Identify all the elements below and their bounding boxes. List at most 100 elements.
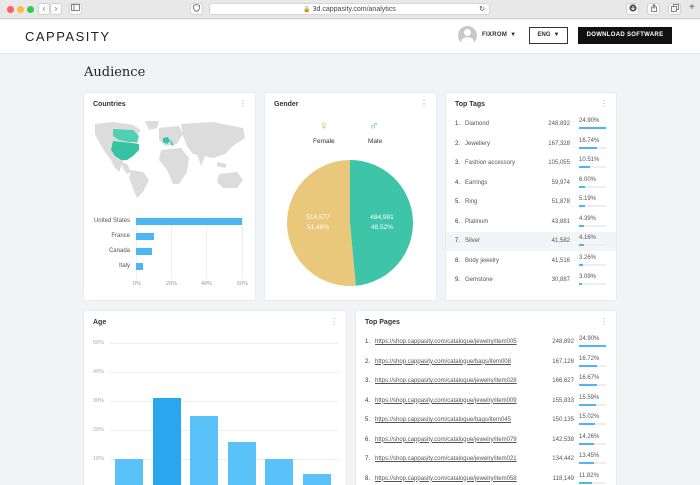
axis-tick: 60% (237, 281, 249, 287)
page-progress (579, 364, 606, 367)
page-value: 150,135 (552, 417, 574, 423)
download-icon[interactable] (626, 3, 639, 15)
download-software-button[interactable]: DOWNLOAD SOFTWARE (578, 27, 672, 44)
page-link[interactable]: https://shop.cappasity.com/catalogue/jew… (375, 437, 517, 443)
tabs-icon[interactable] (668, 3, 681, 15)
axis-tick: 20% (166, 281, 178, 287)
tag-rank: 7. (455, 238, 461, 244)
page-value: 166,627 (552, 378, 574, 384)
close-window-button[interactable] (7, 6, 14, 13)
tag-progress-fill (579, 263, 583, 266)
tag-progress-fill (579, 146, 598, 149)
avatar[interactable] (458, 26, 477, 45)
tag-progress-fill (579, 127, 606, 129)
page-link[interactable]: https://shop.cappasity.com/catalogue/jew… (375, 398, 517, 404)
tag-name: Body jewelry (465, 257, 500, 264)
page-value: 134,442 (552, 456, 574, 462)
forward-button[interactable]: › (50, 3, 62, 15)
tag-value: 167,328 (548, 140, 570, 147)
app-header: CAPPASITY FIXROM ▼ ENG ▼ DOWNLOAD SOFTWARE (0, 20, 700, 54)
country-bar[interactable] (136, 248, 152, 255)
tag-row[interactable]: 7. Silver 41,582 4.16% (446, 232, 616, 251)
page-row: 3. https://shop.cappasity.com/catalogue/j… (356, 372, 616, 392)
page-progress-fill (579, 442, 595, 445)
tag-row[interactable]: 2. Jewellery 167,328 16.74% (446, 135, 616, 154)
page-row: 2. https://shop.cappasity.com/catalogue/b… (356, 353, 616, 373)
tag-row[interactable]: 9. Gemstone 30,887 3.09% (446, 271, 616, 290)
page-link[interactable]: https://shop.cappasity.com/catalogue/bag… (375, 417, 511, 423)
tag-rank: 1. (455, 121, 461, 127)
page-link[interactable]: https://shop.cappasity.com/catalogue/jew… (375, 456, 517, 462)
female-label: Female (313, 138, 335, 145)
language-select[interactable]: ENG ▼ (529, 27, 568, 44)
tag-progress (579, 146, 606, 149)
age-bar[interactable] (227, 441, 256, 485)
page-value: 142,538 (552, 436, 574, 443)
age-bar[interactable] (152, 398, 181, 485)
tag-rank: 8. (455, 257, 461, 264)
page-value: 167,128 (552, 358, 574, 365)
page-link[interactable]: https://shop.cappasity.com/catalogue/jew… (375, 339, 517, 345)
tag-progress (579, 205, 606, 207)
tag-percent: 4.39% (579, 215, 597, 222)
address-bar[interactable]: 🔒 3d.cappasity.com/analytics ↻ (209, 3, 490, 15)
tag-rank: 3. (455, 160, 461, 166)
user-menu[interactable]: FIXROM ▼ (482, 32, 516, 38)
share-icon[interactable] (647, 3, 660, 15)
countries-title: Countries (93, 101, 126, 108)
tag-name: Earrings (465, 179, 488, 186)
zoom-window-button[interactable] (27, 6, 34, 13)
new-tab-button[interactable]: + (689, 2, 695, 13)
minimize-window-button[interactable] (17, 6, 24, 13)
page-link[interactable]: https://shop.cappasity.com/catalogue/jew… (375, 476, 517, 482)
y-axis-tick: 20% (93, 427, 105, 433)
top-tags-card: Top Tags ⋮ 1. Diamond 248,892 24.90% 2. Jewel… (446, 93, 616, 300)
page-rank: 5. (365, 417, 371, 423)
more-options-icon[interactable]: ⋮ (330, 318, 338, 326)
tag-rank: 2. (455, 140, 461, 147)
more-options-icon[interactable]: ⋮ (600, 318, 608, 326)
back-button[interactable]: ‹ (38, 3, 50, 15)
page-progress (579, 462, 606, 464)
age-bar[interactable] (265, 459, 293, 485)
tag-row[interactable]: 6. Platinum 43,881 4.39% (446, 213, 616, 232)
cappasity-logo[interactable]: CAPPASITY (25, 29, 111, 44)
tag-value: 30,887 (551, 277, 570, 283)
male-value: 484,991 (370, 214, 394, 221)
page-link[interactable]: https://shop.cappasity.com/catalogue/bag… (375, 359, 511, 365)
more-options-icon[interactable]: ⋮ (239, 100, 247, 108)
sidebar-icon[interactable] (69, 3, 82, 15)
country-bar[interactable] (136, 218, 242, 225)
tag-row[interactable]: 1. Diamond 248,892 24.90% (446, 115, 616, 134)
page-percent: 15.02% (579, 414, 600, 420)
page-rank: 2. (365, 358, 371, 365)
page-percent: 14.26% (579, 433, 600, 440)
male-icon: ♂ (369, 118, 379, 133)
page-progress-fill (579, 462, 594, 464)
tag-progress-fill (579, 224, 584, 227)
page-percent: 15.59% (579, 394, 600, 401)
age-bar[interactable] (190, 415, 218, 485)
tag-percent: 10.51% (579, 157, 600, 163)
age-bar[interactable] (115, 459, 143, 485)
shield-icon[interactable] (190, 3, 203, 15)
country-bar[interactable] (136, 263, 144, 270)
page-progress-fill (579, 345, 606, 347)
country-bar[interactable] (136, 233, 154, 240)
top-tags-title: Top Tags (455, 101, 486, 108)
username-label: FIXROM (482, 32, 508, 38)
page-row: 5. https://shop.cappasity.com/catalogue/b… (356, 411, 616, 431)
tag-row[interactable]: 8. Body jewelry 41,516 3.26% (446, 252, 616, 271)
tag-row[interactable]: 5. Ring 51,878 5.19% (446, 193, 616, 212)
page-row: 7. https://shop.cappasity.com/catalogue/j… (356, 450, 616, 470)
more-options-icon[interactable]: ⋮ (600, 100, 608, 108)
tag-row[interactable]: 4. Earrings 59,974 6.00% (446, 174, 616, 193)
reload-icon[interactable]: ↻ (479, 4, 485, 15)
female-percent: 51.48% (306, 224, 330, 231)
more-options-icon[interactable]: ⋮ (420, 100, 428, 108)
page-percent: 24.90% (579, 336, 600, 342)
tag-row[interactable]: 3. Fashion accessory 105,055 10.51% (446, 154, 616, 173)
country-label: France (111, 233, 130, 239)
age-bar[interactable] (302, 473, 331, 485)
page-link[interactable]: https://shop.cappasity.com/catalogue/jew… (375, 378, 517, 384)
